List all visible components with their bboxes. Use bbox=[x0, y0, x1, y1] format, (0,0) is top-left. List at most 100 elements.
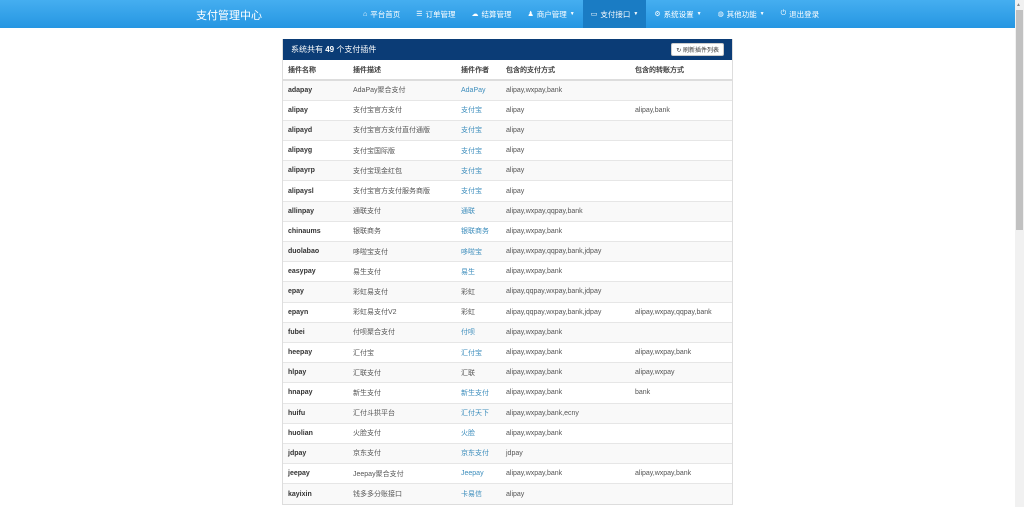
pay-methods: alipay,wxpay,bank bbox=[501, 382, 630, 403]
author-link[interactable]: 哆啦宝 bbox=[461, 249, 482, 256]
plugin-name: alipaysl bbox=[283, 180, 348, 202]
pay-methods: alipay bbox=[501, 119, 630, 141]
author-link[interactable]: 京东支付 bbox=[461, 450, 489, 457]
author-link[interactable]: 火脸 bbox=[461, 430, 475, 437]
author-link[interactable]: 卡易信 bbox=[461, 491, 482, 498]
caret-down-icon: ▼ bbox=[759, 11, 765, 17]
plugin-author: 汇付天下 bbox=[456, 402, 501, 424]
table-row: allinpay 通联支付 通联 alipay,wxpay,qqpay,bank bbox=[283, 200, 732, 222]
nav-item-4[interactable]: ▭ 支付接口 ▼ bbox=[582, 0, 647, 28]
plugin-name: hlpay bbox=[283, 362, 348, 383]
plugin-author: 汇付宝 bbox=[456, 341, 501, 363]
nav-item-label: 结算管理 bbox=[481, 9, 512, 19]
plugin-author: 支付宝 bbox=[456, 160, 501, 181]
plugin-description: 易生支付 bbox=[348, 261, 456, 282]
scrollbar-thumb[interactable] bbox=[1016, 10, 1023, 230]
table-row: epayn 彩虹易支付V2 彩虹 alipay,qqpay,wxpay,bank,jd… bbox=[283, 301, 732, 323]
table-row: jdpay 京东支付 京东支付 jdpay bbox=[283, 442, 732, 464]
author-link[interactable]: 支付宝 bbox=[461, 127, 482, 134]
pay-methods: alipay bbox=[501, 99, 630, 121]
plugin-name: easypay bbox=[283, 261, 348, 282]
author-link[interactable]: 汇付天下 bbox=[461, 410, 489, 417]
table-row: hnapay 新生支付 新生支付 alipay,wxpay,bank bank bbox=[283, 382, 732, 403]
table-row: alipayrp 支付宝现金红包 支付宝 alipay bbox=[283, 160, 732, 181]
plugin-description: 汇付宝 bbox=[348, 341, 456, 363]
power-icon: ⏻ bbox=[780, 10, 787, 17]
plugin-author: 彩虹 bbox=[456, 281, 501, 303]
pay-methods: alipay,wxpay,bank bbox=[501, 422, 630, 444]
nav-item-6[interactable]: ◍ 其他功能 ▼ bbox=[710, 0, 773, 28]
nav-item-label: 平台首页 bbox=[370, 9, 401, 19]
author-link[interactable]: Jeepay bbox=[461, 470, 484, 477]
table-row: huolian 火脸支付 火脸 alipay,wxpay,bank bbox=[283, 422, 732, 444]
pay-methods: alipay,qqpay,wxpay,bank,jdpay bbox=[501, 301, 630, 323]
table-row: duolabao 哆啦宝支付 哆啦宝 alipay,wxpay,qqpay,bank,… bbox=[283, 240, 732, 262]
nav-item-2[interactable]: ☁ 结算管理 bbox=[464, 0, 520, 28]
table-row: jeepay Jeepay聚合支付 Jeepay alipay,wxpay,bank a… bbox=[283, 463, 732, 484]
plugin-name: chinaums bbox=[283, 220, 348, 242]
author-link[interactable]: 支付宝 bbox=[461, 107, 482, 114]
author-link[interactable]: 银联商务 bbox=[461, 228, 489, 235]
plugin-description: 火脸支付 bbox=[348, 422, 456, 444]
vertical-scrollbar[interactable]: ▲ bbox=[1015, 0, 1024, 507]
author-link[interactable]: 支付宝 bbox=[461, 168, 482, 175]
plugin-description: 京东支付 bbox=[348, 442, 456, 464]
pay-methods: alipay bbox=[501, 180, 630, 202]
nav-item-label: 订单管理 bbox=[425, 9, 456, 19]
pay-methods: alipay,wxpay,bank,ecny bbox=[501, 402, 630, 424]
column-header: 插件作者 bbox=[456, 60, 501, 81]
pay-methods: alipay bbox=[501, 140, 630, 161]
pay-methods: alipay,wxpay,qqpay,bank,jdpay bbox=[501, 240, 630, 262]
transfer-methods bbox=[630, 79, 732, 101]
table-row: adapay AdaPay聚合支付 AdaPay alipay,wxpay,bank bbox=[283, 79, 732, 101]
plugin-author: 通联 bbox=[456, 200, 501, 222]
plugin-author: 支付宝 bbox=[456, 180, 501, 202]
author-link[interactable]: 易生 bbox=[461, 269, 475, 276]
transfer-methods bbox=[630, 321, 732, 343]
pay-methods: alipay,wxpay,bank bbox=[501, 79, 630, 101]
author-link[interactable]: 付呗 bbox=[461, 329, 475, 336]
table-row: alipay 支付宝官方支付 支付宝 alipay alipay,bank bbox=[283, 99, 732, 121]
plugin-description: 通联支付 bbox=[348, 200, 456, 222]
nav-item-0[interactable]: ⌂ 平台首页 bbox=[355, 0, 408, 28]
plugin-author: 彩虹 bbox=[456, 301, 501, 323]
column-header: 包含的支付方式 bbox=[501, 60, 630, 81]
pay-methods: alipay bbox=[501, 160, 630, 181]
nav-item-7[interactable]: ⏻ 退出登录 bbox=[773, 0, 828, 28]
pay-methods: alipay,wxpay,bank bbox=[501, 341, 630, 363]
transfer-methods: bank bbox=[630, 382, 732, 403]
brand-title[interactable]: 支付管理中心 bbox=[196, 7, 262, 23]
table-row: epay 彩虹易支付 彩虹 alipay,qqpay,wxpay,bank,jdpay bbox=[283, 281, 732, 303]
nav-item-5[interactable]: ⚙ 系统设置 ▼ bbox=[646, 0, 709, 28]
author-link[interactable]: 汇付宝 bbox=[461, 350, 482, 357]
list-icon: ☰ bbox=[416, 11, 423, 18]
author-link[interactable]: 支付宝 bbox=[461, 188, 482, 195]
nav-item-label: 商户管理 bbox=[536, 9, 567, 19]
nav-item-3[interactable]: ♟ 商户管理 ▼ bbox=[520, 0, 583, 28]
author-link[interactable]: 通联 bbox=[461, 208, 475, 215]
plugin-author: 汇联 bbox=[456, 362, 501, 383]
table-row: alipayg 支付宝国际版 支付宝 alipay bbox=[283, 140, 732, 161]
author-link[interactable]: 新生支付 bbox=[461, 390, 489, 397]
main-menu: ⌂ 平台首页 ☰ 订单管理 ☁ 结算管理 ♟ 商户管理 ▼ ▭ 支付接口 ▼ ⚙ 系统设置 ▼ ◍ 其他功能 ▼ ⏻… bbox=[355, 0, 827, 28]
table-row: fubei 付呗聚合支付 付呗 alipay,wxpay,bank bbox=[283, 321, 732, 343]
scroll-up-arrow-icon[interactable]: ▲ bbox=[1016, 2, 1021, 8]
transfer-methods bbox=[630, 422, 732, 444]
panel-heading: 系统共有 49 个支付插件 ↻ 刷新插件列表 bbox=[283, 39, 732, 60]
plugin-author: AdaPay bbox=[456, 79, 501, 101]
author-link[interactable]: AdaPay bbox=[461, 87, 486, 94]
transfer-methods bbox=[630, 240, 732, 262]
refresh-plugins-button[interactable]: ↻ 刷新插件列表 bbox=[671, 43, 724, 56]
plugin-name: huolian bbox=[283, 422, 348, 444]
plugin-name: huifu bbox=[283, 402, 348, 424]
nav-item-1[interactable]: ☰ 订单管理 bbox=[408, 0, 463, 28]
plugin-description: Jeepay聚合支付 bbox=[348, 463, 456, 484]
pay-methods: alipay,wxpay,bank bbox=[501, 261, 630, 282]
author-link[interactable]: 支付宝 bbox=[461, 148, 482, 155]
transfer-methods bbox=[630, 281, 732, 303]
caret-down-icon: ▼ bbox=[569, 11, 575, 17]
plugin-name: kayixin bbox=[283, 483, 348, 504]
author-text: 彩虹 bbox=[461, 309, 475, 317]
top-navbar: 支付管理中心 ⌂ 平台首页 ☰ 订单管理 ☁ 结算管理 ♟ 商户管理 ▼ ▭ 支付接口 ▼ ⚙ 系统设置 ▼… bbox=[0, 0, 1015, 28]
plugin-author: 付呗 bbox=[456, 321, 501, 343]
